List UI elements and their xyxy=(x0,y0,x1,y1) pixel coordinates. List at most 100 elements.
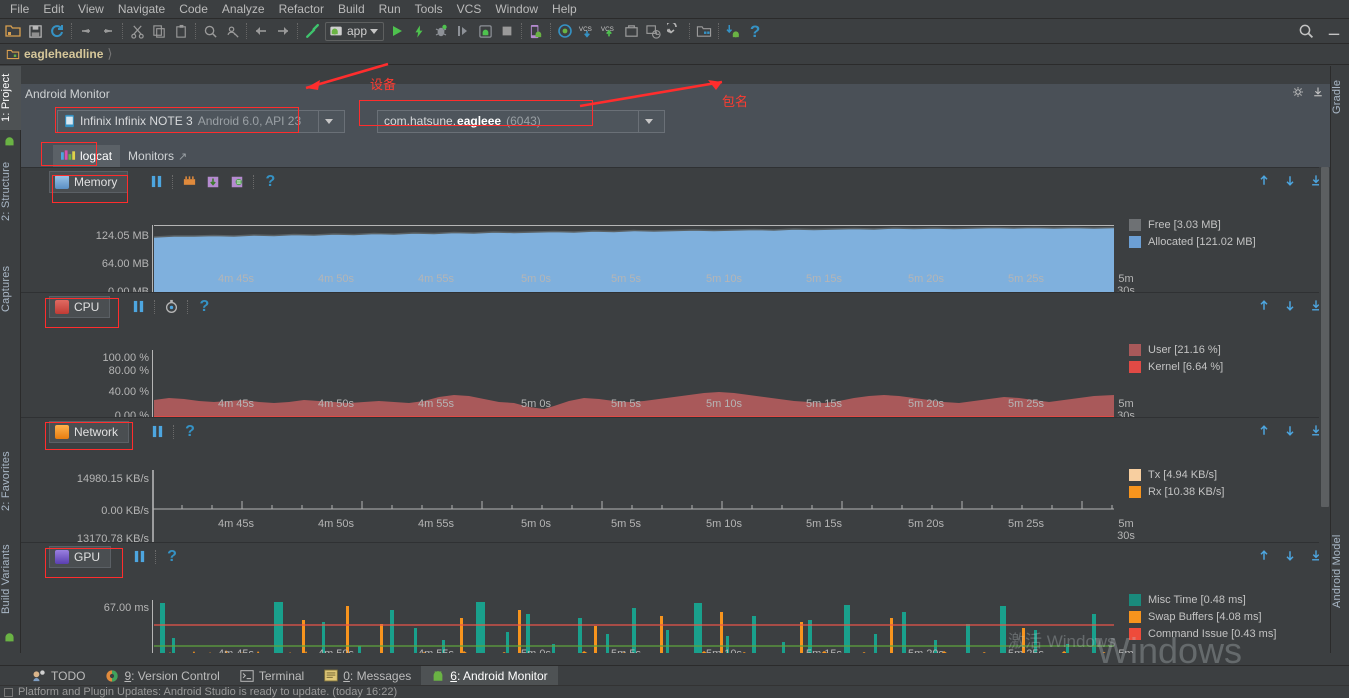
debug-icon[interactable] xyxy=(430,20,452,42)
cpu-help-icon[interactable]: ? xyxy=(192,296,216,318)
bottom-tab-version-control[interactable]: 9: Version Control xyxy=(95,666,229,686)
stop-icon[interactable] xyxy=(496,20,518,42)
menu-item-help[interactable]: Help xyxy=(545,1,584,17)
breadcrumb-project[interactable]: eagleheadline xyxy=(24,47,103,61)
sidebar-item-project[interactable]: 1: Project xyxy=(0,66,21,130)
network-title-chip[interactable]: Network xyxy=(49,421,129,443)
cut-icon[interactable] xyxy=(126,20,148,42)
back-icon[interactable] xyxy=(250,20,272,42)
memory-allocation-tracker-button[interactable] xyxy=(225,171,249,193)
memory-icon xyxy=(55,175,69,189)
gpu-scroll-down-icon[interactable] xyxy=(1284,549,1296,565)
network-scroll-down-icon[interactable] xyxy=(1284,424,1296,440)
menu-item-window[interactable]: Window xyxy=(488,1,545,17)
save-all-icon[interactable] xyxy=(24,20,46,42)
vcs-commit-icon[interactable]: VCS xyxy=(598,20,620,42)
right-tool-rail: Gradle Android Model xyxy=(1330,66,1349,653)
tab-monitors[interactable]: Monitors ↗ xyxy=(120,145,195,167)
menu-item-code[interactable]: Code xyxy=(172,1,215,17)
memory-title-chip[interactable]: Memory xyxy=(49,171,128,193)
process-dropdown-arrow[interactable] xyxy=(638,111,658,132)
gpu-help-icon[interactable]: ? xyxy=(160,546,184,568)
bottom-tab-terminal[interactable]: Terminal xyxy=(230,666,314,686)
copy-icon[interactable] xyxy=(148,20,170,42)
memory-scroll-up-icon[interactable] xyxy=(1258,174,1270,190)
sidebar-item-captures[interactable]: Captures xyxy=(0,252,21,326)
bottom-tab-messages[interactable]: 0: Messages xyxy=(314,666,421,686)
sidebar-item-favorites[interactable]: 2: Favorites xyxy=(0,441,21,521)
sidebar-item-android-model[interactable]: Android Model xyxy=(1331,519,1349,623)
monitors-scrollbar[interactable] xyxy=(1319,167,1330,653)
cpu-scroll-down-icon[interactable] xyxy=(1284,299,1296,315)
sync-project-icon[interactable] xyxy=(620,20,642,42)
device-dropdown-arrow[interactable] xyxy=(318,111,338,132)
forward-icon[interactable] xyxy=(272,20,294,42)
memory-dump-heap-button[interactable] xyxy=(201,171,225,193)
memory-gc-button[interactable] xyxy=(177,171,201,193)
step-icon[interactable] xyxy=(452,20,474,42)
attach-debugger-icon[interactable] xyxy=(474,20,496,42)
hide-icon[interactable] xyxy=(1312,86,1324,101)
menu-item-tools[interactable]: Tools xyxy=(408,1,450,17)
help-icon[interactable]: ? xyxy=(744,20,766,42)
sidebar-item-build-variants[interactable]: Build Variants xyxy=(0,533,21,625)
sidebar-item-gradle[interactable]: Gradle xyxy=(1331,66,1349,128)
menu-item-file[interactable]: File xyxy=(3,1,36,17)
redo-icon[interactable] xyxy=(97,20,119,42)
device-file-explorer-icon[interactable] xyxy=(722,20,744,42)
cpu-pause-button[interactable] xyxy=(126,296,150,318)
build-hammer-icon[interactable] xyxy=(301,20,323,42)
search-everywhere-icon[interactable] xyxy=(1295,20,1317,42)
revert-icon[interactable] xyxy=(664,20,686,42)
menu-item-refactor[interactable]: Refactor xyxy=(272,1,331,17)
open-folder-icon[interactable] xyxy=(2,20,24,42)
run-icon[interactable] xyxy=(386,20,408,42)
sdk-manager-icon[interactable] xyxy=(554,20,576,42)
memory-help-icon[interactable]: ? xyxy=(258,171,282,193)
vcs-update-icon[interactable]: VCS xyxy=(576,20,598,42)
memory-pause-button[interactable] xyxy=(144,171,168,193)
menu-item-run[interactable]: Run xyxy=(372,1,408,17)
gear-icon[interactable] xyxy=(1292,86,1304,101)
find-icon[interactable] xyxy=(199,20,221,42)
bottom-tab-todo[interactable]: TODO xyxy=(22,666,95,686)
cpu-title-chip[interactable]: CPU xyxy=(49,296,110,318)
undo-icon[interactable] xyxy=(75,20,97,42)
avd-manager-icon[interactable] xyxy=(525,20,547,42)
profiler-icon[interactable] xyxy=(642,20,664,42)
cpu-scroll-up-icon[interactable] xyxy=(1258,299,1270,315)
cpu-method-trace-button[interactable] xyxy=(159,296,183,318)
tab-logcat[interactable]: logcat xyxy=(53,145,120,167)
network-scroll-up-icon[interactable] xyxy=(1258,424,1270,440)
network-pause-button[interactable] xyxy=(145,421,169,443)
network-help-icon[interactable]: ? xyxy=(178,421,202,443)
process-selector[interactable]: com.hatsune.eagleee (6043) xyxy=(377,110,665,133)
cpu-graph: 100.00 % 80.00 % 40.00 % 0.00 % 4m 45s 4… xyxy=(21,320,1330,418)
menu-item-view[interactable]: View xyxy=(71,1,111,17)
project-structure-icon[interactable] xyxy=(693,20,715,42)
minimize-icon[interactable] xyxy=(1323,20,1345,42)
menu-item-navigate[interactable]: Navigate xyxy=(111,1,172,17)
sync-icon[interactable] xyxy=(46,20,68,42)
bottom-tab-android-monitor[interactable]: 6: Android Monitor xyxy=(421,666,557,686)
apply-changes-icon[interactable] xyxy=(408,20,430,42)
menu-item-vcs[interactable]: VCS xyxy=(450,1,489,17)
terminal-icon xyxy=(240,670,254,682)
status-checkbox[interactable] xyxy=(4,688,13,697)
device-selector[interactable]: Infinix Infinix NOTE 3 Android 6.0, API … xyxy=(57,110,345,133)
find-usages-icon[interactable] xyxy=(221,20,243,42)
gpu-scroll-up-icon[interactable] xyxy=(1258,549,1270,565)
sidebar-item-structure[interactable]: 2: Structure xyxy=(0,152,21,230)
gpu-pause-button[interactable] xyxy=(127,546,151,568)
bottom-tab-am-num: 6 xyxy=(450,669,457,683)
menu-item-edit[interactable]: Edit xyxy=(36,1,71,17)
menu-item-analyze[interactable]: Analyze xyxy=(215,1,272,17)
memory-scroll-down-icon[interactable] xyxy=(1284,174,1296,190)
device-meta: Android 6.0, API 23 xyxy=(198,114,301,128)
run-configuration-selector[interactable]: app xyxy=(325,22,384,41)
gpu-title-chip[interactable]: GPU xyxy=(49,546,111,568)
paste-icon[interactable] xyxy=(170,20,192,42)
detach-icon[interactable]: ↗ xyxy=(178,150,187,163)
monitors-scrollbar-thumb[interactable] xyxy=(1321,167,1329,507)
menu-item-build[interactable]: Build xyxy=(331,1,372,17)
